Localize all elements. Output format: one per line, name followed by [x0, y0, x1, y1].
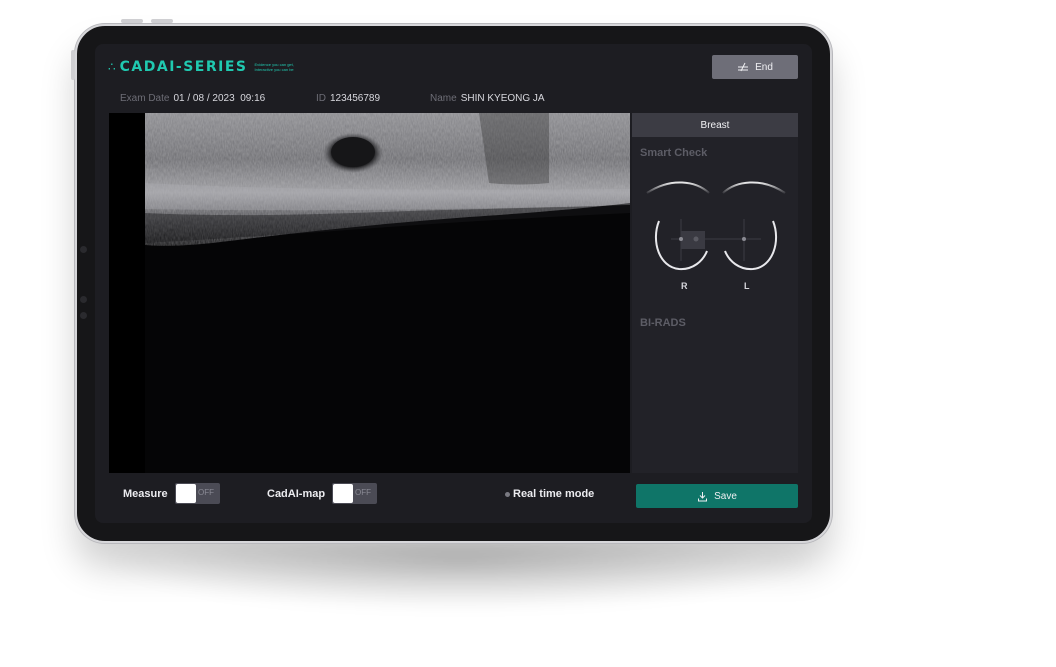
- cadai-map-toggle[interactable]: OFF: [332, 483, 377, 504]
- camera-dot: [80, 246, 87, 253]
- birads-title: BI-RADS: [640, 317, 686, 329]
- sensor-dot: [80, 296, 87, 303]
- sensor-dot: [80, 312, 87, 319]
- smart-check-title: Smart Check: [640, 147, 708, 159]
- realtime-mode-indicator[interactable]: Real time mode: [505, 488, 594, 500]
- volume-button: [151, 19, 173, 23]
- measure-label: Measure: [123, 488, 168, 500]
- ultrasound-image: [109, 113, 630, 473]
- end-label: End: [755, 61, 773, 73]
- patient-id-label: ID: [316, 93, 326, 104]
- toggle-knob: [176, 484, 196, 503]
- left-breast-label: L: [744, 281, 750, 291]
- exam-date-value: 01 / 08 / 2023 09:16: [173, 93, 266, 104]
- app-screen: ∴ CADAI-SERIES Evidence you can get, Int…: [95, 44, 812, 523]
- volume-button: [121, 19, 143, 23]
- logo-tagline: Evidence you can get, Interactive you ca…: [255, 62, 294, 72]
- exam-date: Exam Date 01 / 08 / 2023 09:16: [120, 93, 265, 104]
- save-button[interactable]: Save: [636, 484, 798, 508]
- logo-icon: ∴: [108, 60, 116, 74]
- scan-region-box: [681, 231, 705, 249]
- logo-text: CADAI-SERIES: [119, 59, 248, 75]
- patient-name-value: SHIN KYEONG JA: [460, 93, 545, 104]
- cadai-map-label: CadAI-map: [267, 488, 326, 500]
- tab-breast[interactable]: Breast: [632, 113, 798, 137]
- save-label: Save: [714, 490, 737, 502]
- patient-name-label: Name: [430, 93, 457, 104]
- right-breast-label: R: [681, 281, 688, 291]
- cadai-map-state: OFF: [355, 488, 371, 497]
- patient-name: Name SHIN KYEONG JA: [430, 93, 545, 104]
- realtime-mode-label: Real time mode: [513, 488, 595, 500]
- exam-date-label: Exam Date: [120, 93, 170, 104]
- end-button[interactable]: End: [712, 55, 798, 79]
- side-panel: Breast Smart Check R L BI-RADS: [632, 113, 798, 473]
- ultrasound-viewer[interactable]: [109, 113, 630, 473]
- end-icon: [738, 62, 749, 72]
- bottom-toolbar: Measure OFF CadAI-map OFF Real time mode…: [95, 479, 812, 509]
- tagline-line2: Interactive you can be: [254, 67, 294, 72]
- download-icon: [698, 491, 708, 501]
- breast-diagram: [646, 181, 786, 271]
- measure-toggle[interactable]: OFF: [175, 483, 220, 504]
- app-logo: ∴ CADAI-SERIES Evidence you can get, Int…: [108, 59, 294, 75]
- toggle-knob: [333, 484, 353, 503]
- measure-state: OFF: [198, 488, 214, 497]
- patient-id: ID 123456789: [316, 93, 380, 104]
- status-dot-icon: [505, 491, 510, 497]
- tablet-shadow: [110, 540, 810, 610]
- patient-id-value: 123456789: [330, 93, 381, 104]
- power-button: [71, 50, 75, 80]
